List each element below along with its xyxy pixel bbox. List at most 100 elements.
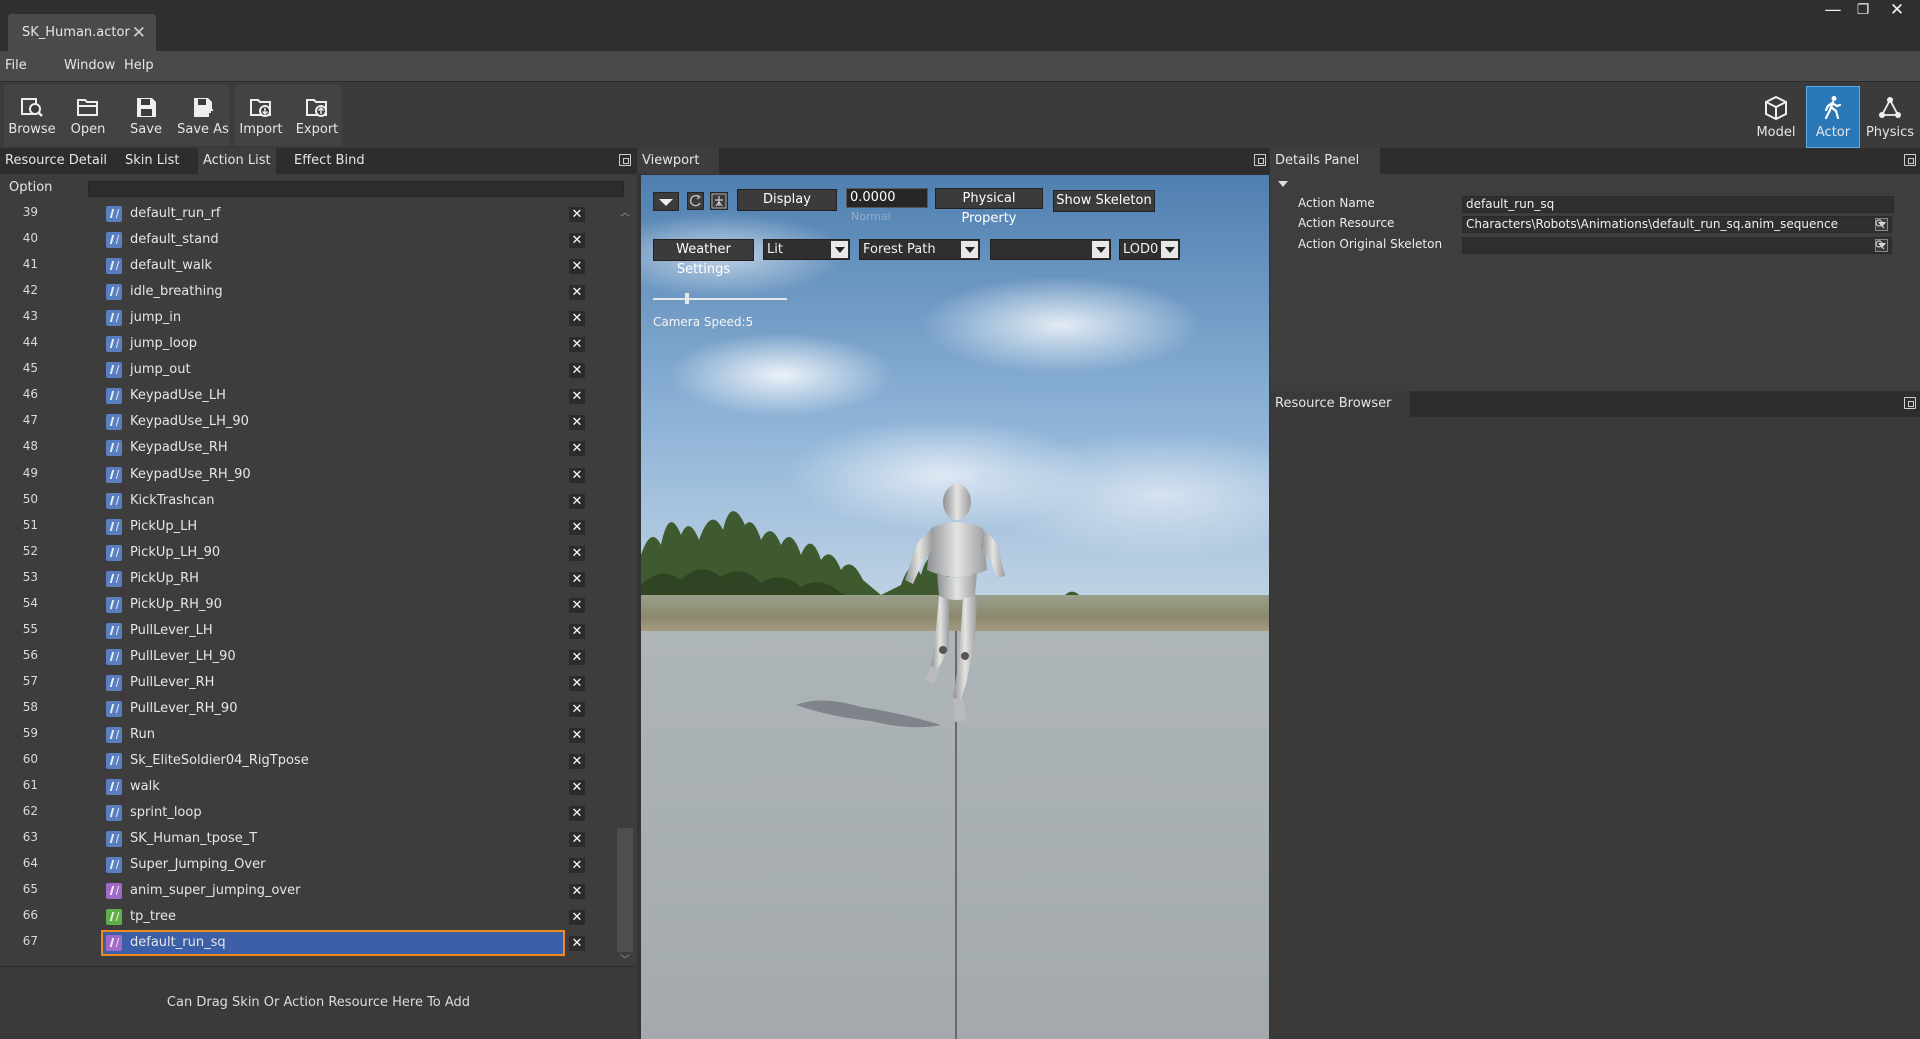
- action-list-item[interactable]: 61 walk ✕: [0, 774, 600, 800]
- camera-speed-handle[interactable]: [684, 293, 689, 304]
- view-menu-button[interactable]: [653, 192, 679, 211]
- remove-action-icon[interactable]: ✕: [569, 285, 585, 301]
- action-name-field[interactable]: default_run_sq: [1462, 196, 1894, 213]
- remove-action-icon[interactable]: ✕: [569, 780, 585, 796]
- details-pin-icon[interactable]: [1904, 154, 1916, 166]
- model-mode-button[interactable]: Model: [1749, 86, 1803, 148]
- browse-skeleton-icon[interactable]: [1875, 240, 1885, 250]
- physics-mode-button[interactable]: Physics: [1863, 86, 1917, 148]
- action-list-item[interactable]: 39 default_run_rf ✕: [0, 201, 600, 227]
- remove-action-icon[interactable]: ✕: [569, 233, 585, 249]
- remove-action-icon[interactable]: ✕: [569, 389, 585, 405]
- tab-resource-browser[interactable]: Resource Browser: [1270, 391, 1410, 417]
- export-button[interactable]: Export: [289, 86, 345, 146]
- physical-property-button[interactable]: Physical Property: [935, 188, 1043, 226]
- scroll-down-icon[interactable]: ﹀: [620, 951, 630, 966]
- remove-action-icon[interactable]: ✕: [569, 441, 585, 457]
- import-button[interactable]: Import: [233, 86, 289, 146]
- action-list-item[interactable]: 59 Run ✕: [0, 722, 600, 748]
- pin-icon[interactable]: [619, 154, 631, 166]
- action-list-item[interactable]: 51 PickUp_LH ✕: [0, 514, 600, 540]
- action-list-item[interactable]: 43 jump_in ✕: [0, 305, 600, 331]
- browse-button[interactable]: Browse: [4, 86, 60, 146]
- original-skeleton-select[interactable]: [1462, 237, 1892, 254]
- remove-action-icon[interactable]: ✕: [569, 493, 585, 509]
- remove-action-icon[interactable]: ✕: [569, 623, 585, 639]
- remove-action-icon[interactable]: ✕: [569, 936, 585, 952]
- show-skeleton-button[interactable]: Show Skeleton: [1053, 190, 1155, 212]
- environment-select[interactable]: Forest Path: [859, 239, 980, 260]
- action-list-item[interactable]: 52 PickUp_LH_90 ✕: [0, 540, 600, 566]
- remove-action-icon[interactable]: ✕: [569, 728, 585, 743]
- extra-option-select[interactable]: [990, 239, 1111, 260]
- remove-action-icon[interactable]: ✕: [569, 701, 585, 717]
- remove-action-icon[interactable]: ✕: [569, 806, 585, 822]
- option-field[interactable]: [88, 181, 624, 197]
- weather-settings-button[interactable]: Weather Settings: [653, 239, 754, 277]
- remove-action-icon[interactable]: ✕: [569, 597, 585, 613]
- lod-select[interactable]: LOD0: [1119, 239, 1180, 260]
- tab-effect-bind[interactable]: Effect Bind: [289, 148, 370, 174]
- resource-browser-pin-icon[interactable]: [1904, 397, 1916, 409]
- action-list-item[interactable]: 42 idle_breathing ✕: [0, 279, 600, 305]
- scroll-up-icon[interactable]: ︿: [620, 204, 630, 219]
- action-resource-select[interactable]: Characters\Robots\Animations\default_run…: [1462, 216, 1892, 233]
- remove-action-icon[interactable]: ✕: [569, 884, 585, 900]
- remove-action-icon[interactable]: ✕: [569, 311, 585, 327]
- collapse-arrow-icon[interactable]: [1277, 180, 1289, 188]
- remove-action-icon[interactable]: ✕: [569, 519, 585, 535]
- tab-skin-list[interactable]: Skin List: [120, 148, 185, 174]
- display-button[interactable]: Display: [737, 189, 837, 211]
- remove-action-icon[interactable]: ✕: [569, 259, 585, 275]
- action-list-item[interactable]: 58 PullLever_RH_90 ✕: [0, 696, 600, 722]
- menu-window[interactable]: Window: [64, 58, 115, 73]
- lighting-mode-select[interactable]: Lit: [763, 239, 850, 260]
- action-list-item[interactable]: 53 PickUp_RH ✕: [0, 566, 600, 592]
- menu-help[interactable]: Help: [124, 58, 154, 73]
- open-button[interactable]: Open: [60, 86, 116, 146]
- restore-button[interactable]: ❐: [1846, 0, 1880, 20]
- tab-resource-detail[interactable]: Resource Detail: [0, 148, 112, 174]
- action-list-item[interactable]: 54 PickUp_RH_90 ✕: [0, 592, 600, 618]
- action-list-item[interactable]: 55 PullLever_LH ✕: [0, 618, 600, 644]
- action-list-item[interactable]: 62 sprint_loop ✕: [0, 800, 600, 826]
- action-list-item[interactable]: 48 KeypadUse_RH ✕: [0, 435, 600, 461]
- action-list-item[interactable]: 67 default_run_sq ✕: [0, 930, 600, 957]
- save-button[interactable]: Save: [118, 86, 174, 146]
- close-window-button[interactable]: ✕: [1880, 0, 1914, 20]
- time-field[interactable]: 0.0000: [846, 188, 928, 208]
- camera-speed-slider[interactable]: [653, 298, 787, 300]
- browse-resource-icon[interactable]: [1875, 219, 1885, 229]
- action-list-item[interactable]: 49 KeypadUse_RH_90 ✕: [0, 462, 600, 488]
- tab-action-list[interactable]: Action List: [198, 148, 276, 174]
- document-tab[interactable]: SK_Human.actor ✕: [8, 14, 156, 51]
- action-list-item[interactable]: 57 PullLever_RH ✕: [0, 670, 600, 696]
- action-list-item[interactable]: 50 KickTrashcan ✕: [0, 488, 600, 514]
- viewport-pin-icon[interactable]: [1254, 154, 1266, 166]
- scroll-thumb[interactable]: [617, 828, 633, 952]
- tab-viewport[interactable]: Viewport: [637, 148, 719, 174]
- remove-action-icon[interactable]: ✕: [569, 675, 585, 691]
- action-list-item[interactable]: 64 Super_Jumping_Over ✕: [0, 852, 600, 878]
- remove-action-icon[interactable]: ✕: [569, 207, 585, 222]
- action-list-item[interactable]: 56 PullLever_LH_90 ✕: [0, 644, 600, 670]
- menu-file[interactable]: File: [5, 58, 27, 73]
- action-list-item[interactable]: 45 jump_out ✕: [0, 357, 600, 383]
- minimize-button[interactable]: —: [1816, 0, 1850, 20]
- action-list-item[interactable]: 66 tp_tree ✕: [0, 904, 600, 930]
- remove-action-icon[interactable]: ✕: [569, 832, 585, 848]
- remove-action-icon[interactable]: ✕: [569, 337, 585, 353]
- pose-button[interactable]: [710, 192, 728, 210]
- remove-action-icon[interactable]: ✕: [569, 910, 585, 926]
- action-list-item[interactable]: 40 default_stand ✕: [0, 227, 600, 253]
- save-as-button[interactable]: Save As: [175, 86, 231, 146]
- remove-action-icon[interactable]: ✕: [569, 363, 585, 379]
- close-tab-icon[interactable]: ✕: [132, 23, 146, 43]
- remove-action-icon[interactable]: ✕: [569, 571, 585, 587]
- action-list-item[interactable]: 47 KeypadUse_LH_90 ✕: [0, 409, 600, 435]
- actor-mode-button[interactable]: Actor: [1806, 86, 1860, 148]
- tab-details-panel[interactable]: Details Panel: [1270, 148, 1380, 174]
- action-list-item[interactable]: 41 default_walk ✕: [0, 253, 600, 279]
- action-list-item[interactable]: 44 jump_loop ✕: [0, 331, 600, 357]
- remove-action-icon[interactable]: ✕: [569, 545, 585, 561]
